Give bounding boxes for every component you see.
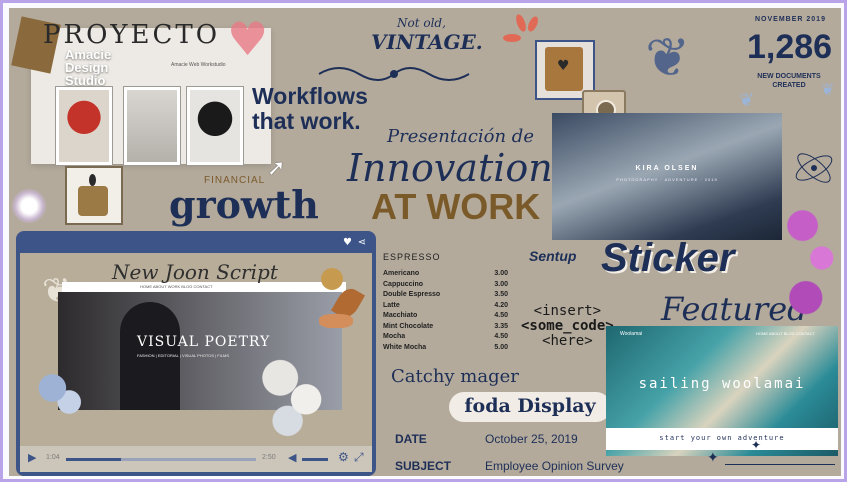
player-controls: ▶ 1:04 2:50 ◀ ⚙ ⤢ (20, 446, 372, 472)
menu-item-name: Cappuccino (383, 280, 424, 288)
memo-subject-value: Employee Opinion Survey (485, 459, 624, 473)
candle-sticker (65, 166, 123, 225)
moodboard-page: PROYECTO Amacie Design Studio Amacie Web W… (0, 0, 847, 482)
cursor-icon: ➚ (267, 156, 286, 181)
menu-item: Macchiato 4.50 (383, 312, 508, 322)
hero-headline: VISUAL POETRY (137, 334, 271, 350)
portfolio-sub: PHOTOGRAPHY · ADVENTURE · 2019 (616, 177, 718, 182)
menu-item-name: White Mocha (383, 343, 427, 351)
orbit-doodle (795, 153, 833, 183)
butterfly-small-icon: ❦ (821, 80, 835, 99)
menu-item-name: Double Espresso (383, 291, 441, 298)
site-nav[interactable]: HOME ABOUT WORK BLOG CONTACT (140, 284, 213, 289)
heart-icon[interactable]: ♥ (343, 237, 352, 248)
menu-item: Mint Chocolate 3.35 (383, 323, 508, 333)
player-title-bar: ♥ ⋖ (20, 235, 372, 253)
menu-item-name: Mocha (383, 333, 406, 340)
menu-title: ESPRESSO (383, 252, 441, 262)
menu-item-price: 4.50 (494, 333, 508, 340)
code-placeholder: <insert> <some_code> <here> (521, 303, 614, 349)
pink-flower-sticker (777, 204, 841, 324)
red-hair-portrait (59, 90, 109, 162)
proyecto-heading: PROYECTO (43, 20, 221, 50)
lagoon-nav[interactable]: HOME ABOUT BLOG CONTACT (756, 331, 815, 336)
vintage-line2: VINTAGE. (371, 30, 483, 54)
menu-item-name: Americano (383, 270, 420, 277)
play-icon[interactable]: ▶ (28, 451, 36, 464)
menu-item: Cappuccino 3.00 (383, 281, 508, 291)
sparkle-icon: ✦ (707, 450, 719, 466)
memo-subject-label: SUBJECT (395, 459, 452, 473)
catchy-heading: Catchy mager (391, 366, 519, 387)
menu-item-price: 3.50 (494, 291, 508, 298)
portrait-frame-2 (123, 86, 181, 166)
menu-item-price: 3.00 (494, 280, 508, 288)
innovation-script: Innovation (347, 146, 553, 190)
studio-name: Amacie Design Studio (65, 47, 112, 88)
menu-item: Latte 4.20 (383, 302, 508, 312)
growth-word: growth (169, 182, 319, 227)
white-flower-sticker (258, 352, 332, 438)
menu-item-price: 3.35 (494, 322, 508, 330)
sticker-heading: Sticker (601, 236, 735, 280)
fullscreen-icon[interactable]: ⤢ (354, 450, 364, 465)
studio-tagline: Amacie Web Workstudio (171, 62, 226, 68)
flourish-ornament (318, 67, 470, 81)
menu-item: Mocha 4.50 (383, 333, 508, 343)
volume-icon[interactable]: ◀ (288, 451, 296, 464)
autumn-leaves-sticker (315, 266, 371, 338)
lagoon-brand: Woolamai (620, 331, 643, 337)
at-work-heading: AT WORK (371, 186, 541, 227)
foda-text: foda Display (464, 395, 596, 417)
lagoon-title: sailing woolamai (638, 376, 806, 392)
foda-banner: foda Display (449, 392, 611, 422)
presentation-script: Presentación de (387, 126, 534, 147)
menu-item-price: 4.50 (494, 312, 508, 319)
share-icon[interactable]: ⋖ (358, 237, 366, 248)
menu-item-price: 4.20 (494, 301, 508, 309)
menu-item: Americano 3.00 (383, 270, 508, 280)
menu-item: Double Espresso 3.50 (383, 291, 508, 301)
portrait-frame-3 (186, 86, 244, 166)
butterfly-large-icon: ❦ (645, 26, 691, 89)
menu-item-name: Macchiato (383, 312, 418, 319)
script-title: New Joon Script (112, 260, 278, 284)
blue-flower-sticker (30, 360, 86, 430)
menu-item-name: Mint Chocolate (383, 322, 434, 330)
progress-track[interactable] (66, 458, 256, 461)
portfolio-name: KIRA OLSEN (635, 165, 699, 172)
menu-item: White Mocha 5.00 (383, 344, 508, 354)
stats-caption: NEW DOCUMENTS CREATED (757, 73, 821, 89)
lagoon-cta[interactable]: start your own adventure (606, 434, 838, 442)
memo-date-label: DATE (395, 432, 427, 446)
menu-item-price: 3.00 (494, 270, 508, 277)
stats-number: 1,286 (747, 28, 833, 66)
afro-portrait (190, 90, 240, 162)
portrait-frame-1 (55, 86, 113, 166)
workflows-heading: Workflows that work. (252, 83, 368, 134)
heart-sticker: ♥ (227, 12, 269, 66)
sparkle-icon: ✦ (751, 438, 762, 452)
moodboard-canvas: PROYECTO Amacie Design Studio Amacie Web W… (9, 8, 841, 476)
memo-date-value: October 25, 2019 (485, 432, 578, 446)
volume-slider[interactable] (302, 458, 328, 461)
glow-sparkle (11, 188, 47, 224)
portfolio-landscape[interactable]: KIRA OLSEN PHOTOGRAPHY · ADVENTURE · 201… (552, 113, 782, 240)
stats-date: NOVEMBER 2019 (755, 16, 826, 23)
divider-line (725, 464, 835, 465)
time-elapsed: 1:04 (46, 454, 60, 461)
menu-item-name: Latte (383, 301, 400, 309)
vintage-line1: Not old, (397, 16, 446, 30)
hero-subline: FASHION | EDITORIAL | VISUAL PHOTOS | FI… (137, 353, 230, 358)
butterfly-small-icon: ❦ (739, 90, 755, 111)
settings-icon[interactable]: ⚙ (338, 450, 349, 464)
lagoon-footer: start your own adventure (606, 428, 838, 450)
white-shirt-portrait (127, 90, 177, 162)
menu-item-price: 5.00 (494, 343, 508, 351)
time-total: 2:50 (262, 454, 276, 461)
sentup-label: Sentup (529, 248, 577, 264)
